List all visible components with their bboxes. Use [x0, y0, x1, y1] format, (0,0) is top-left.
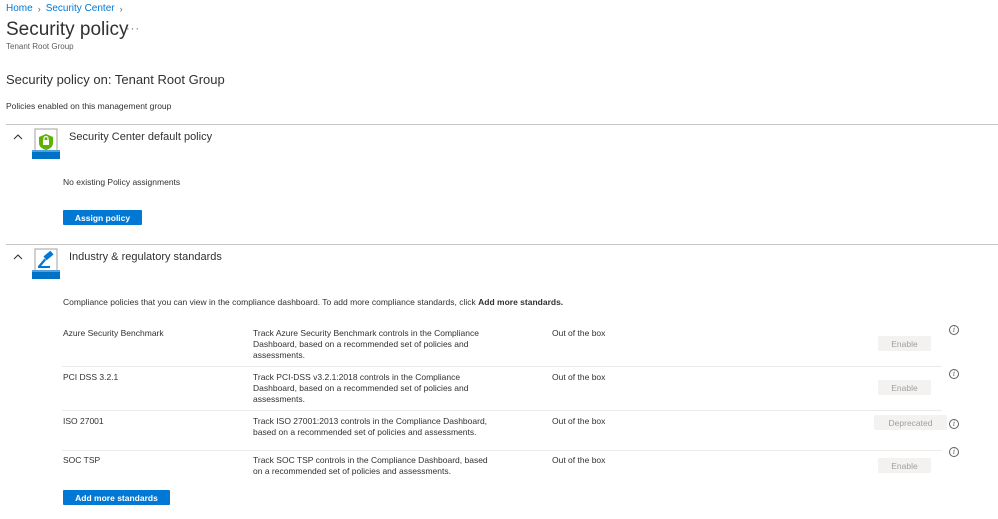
collapse-default-policy-button[interactable]: [10, 129, 26, 145]
standard-name: Azure Security Benchmark: [63, 328, 164, 338]
enable-button[interactable]: Enable: [878, 380, 931, 395]
page-title: Security policy: [6, 19, 129, 40]
standards-intro: Compliance policies that you can view in…: [63, 297, 563, 307]
standard-source: Out of the box: [552, 416, 606, 426]
add-more-standards-button[interactable]: Add more standards: [63, 490, 170, 505]
enable-button[interactable]: Enable: [878, 458, 931, 473]
assign-policy-button[interactable]: Assign policy: [63, 210, 142, 225]
info-icon[interactable]: i: [949, 325, 959, 335]
chevron-right-icon: ›: [119, 3, 123, 14]
standard-source: Out of the box: [552, 372, 606, 382]
enable-button[interactable]: Enable: [878, 336, 931, 351]
breadcrumb-home[interactable]: Home: [6, 3, 33, 14]
default-policy-title: Security Center default policy: [69, 131, 213, 143]
section-divider: [6, 244, 998, 245]
row-divider: [62, 450, 942, 451]
deprecated-button[interactable]: Deprecated: [874, 415, 947, 430]
standard-name: ISO 27001: [63, 416, 104, 426]
standards-intro-link: Add more standards.: [478, 297, 564, 307]
standard-name: SOC TSP: [63, 455, 101, 465]
info-icon[interactable]: i: [949, 419, 959, 429]
breadcrumb-security-center[interactable]: Security Center: [46, 3, 115, 14]
section-divider: [6, 124, 998, 125]
standard-description: Track SOC TSP controls in the Compliance…: [253, 455, 488, 476]
section-description: Policies enabled on this management grou…: [6, 101, 172, 111]
info-icon[interactable]: i: [949, 369, 959, 379]
no-assignments-text: No existing Policy assignments: [63, 177, 181, 187]
standard-source: Out of the box: [552, 455, 606, 465]
collapse-standards-button[interactable]: [10, 249, 26, 265]
section-heading: Security policy on: Tenant Root Group: [6, 72, 225, 87]
chevron-up-icon: [13, 134, 23, 140]
standard-description: Track PCI-DSS v3.2.1:2018 controls in th…: [253, 372, 469, 404]
standard-source: Out of the box: [552, 328, 606, 338]
standard-name: PCI DSS 3.2.1: [63, 372, 119, 382]
standards-title: Industry & regulatory standards: [69, 251, 222, 263]
standard-description: Track ISO 27001:2013 controls in the Com…: [253, 416, 488, 437]
row-divider: [62, 410, 942, 411]
info-icon[interactable]: i: [949, 447, 959, 457]
chevron-right-icon: ›: [37, 3, 41, 14]
standard-description: Track Azure Security Benchmark controls …: [253, 328, 479, 360]
page-subtitle: Tenant Root Group: [6, 42, 74, 51]
more-options-icon[interactable]: ···: [126, 23, 140, 35]
row-divider: [62, 366, 942, 367]
standards-intro-text: Compliance policies that you can view in…: [63, 297, 479, 307]
gavel-icon: [32, 248, 60, 280]
breadcrumb: Home › Security Center ›: [6, 3, 128, 14]
shield-lock-icon: [32, 128, 60, 160]
chevron-up-icon: [13, 254, 23, 260]
